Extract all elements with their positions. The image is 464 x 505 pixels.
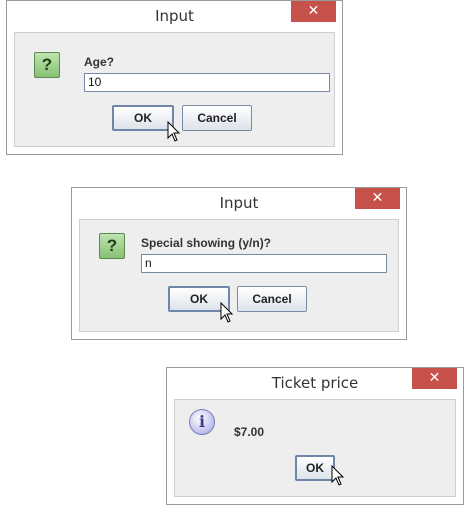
mouse-cursor-icon [331,465,345,486]
question-icon: ? [34,52,60,78]
age-input[interactable]: 10 [84,73,330,92]
age-input-dialog: Input ✕ ? Age? 10 OK Cancel [6,0,343,155]
cancel-button[interactable]: Cancel [182,105,252,131]
dialog-body: ? Special showing (y/n)? n OK Cancel [79,219,399,332]
ok-button[interactable]: OK [295,455,335,481]
information-icon: i [189,409,215,435]
ticket-price-dialog: Ticket price ✕ i $7.00 OK [166,367,464,505]
title-bar[interactable]: Input ✕ [7,1,342,32]
ok-button[interactable]: OK [112,105,174,131]
mouse-cursor-icon [167,121,181,142]
mouse-cursor-icon [220,302,234,323]
prompt-label: Age? [84,55,114,69]
title-bar[interactable]: Input ✕ [72,188,406,219]
cancel-button[interactable]: Cancel [237,286,307,312]
dialog-body: ? Age? 10 OK Cancel [14,32,335,147]
close-button[interactable]: ✕ [355,188,400,209]
dialog-body: i $7.00 OK [174,399,456,497]
question-icon: ? [99,233,125,259]
title-bar[interactable]: Ticket price ✕ [167,368,463,399]
special-showing-input[interactable]: n [141,254,387,273]
close-button[interactable]: ✕ [291,1,336,22]
close-button[interactable]: ✕ [412,368,457,389]
prompt-label: Special showing (y/n)? [141,236,272,250]
message-label: $7.00 [234,425,265,439]
special-showing-dialog: Input ✕ ? Special showing (y/n)? n OK Ca… [71,187,407,340]
